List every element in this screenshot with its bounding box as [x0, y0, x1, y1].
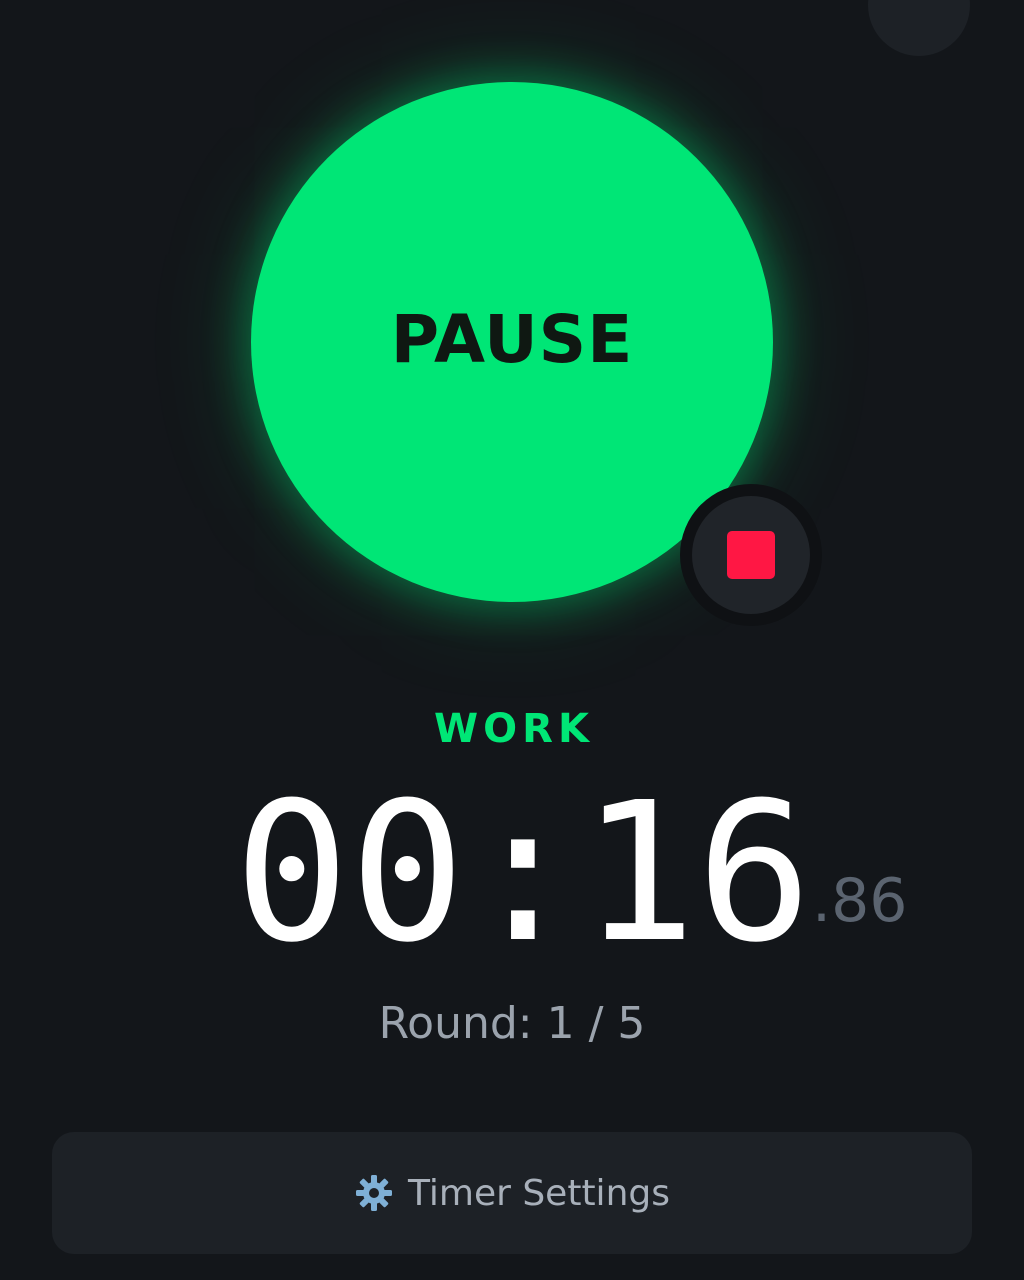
round-counter: Round: 1 / 5	[378, 998, 646, 1049]
stop-button[interactable]	[680, 484, 822, 626]
timer-settings-button[interactable]: Timer Settings	[52, 1132, 972, 1254]
timer-screen: PAUSE WORK 00:16 .86 Round: 1 / 5 Timer …	[0, 0, 1024, 1280]
gear-icon	[354, 1173, 394, 1213]
timer-display: 00:16	[234, 762, 812, 985]
timer-centiseconds: .86	[812, 866, 908, 936]
menu-button[interactable]	[868, 0, 970, 56]
timer-settings-label: Timer Settings	[407, 1172, 670, 1214]
phase-label: WORK	[434, 706, 594, 752]
pause-label: PAUSE	[390, 300, 634, 378]
stop-button-face	[692, 496, 810, 614]
stop-icon	[727, 531, 775, 579]
